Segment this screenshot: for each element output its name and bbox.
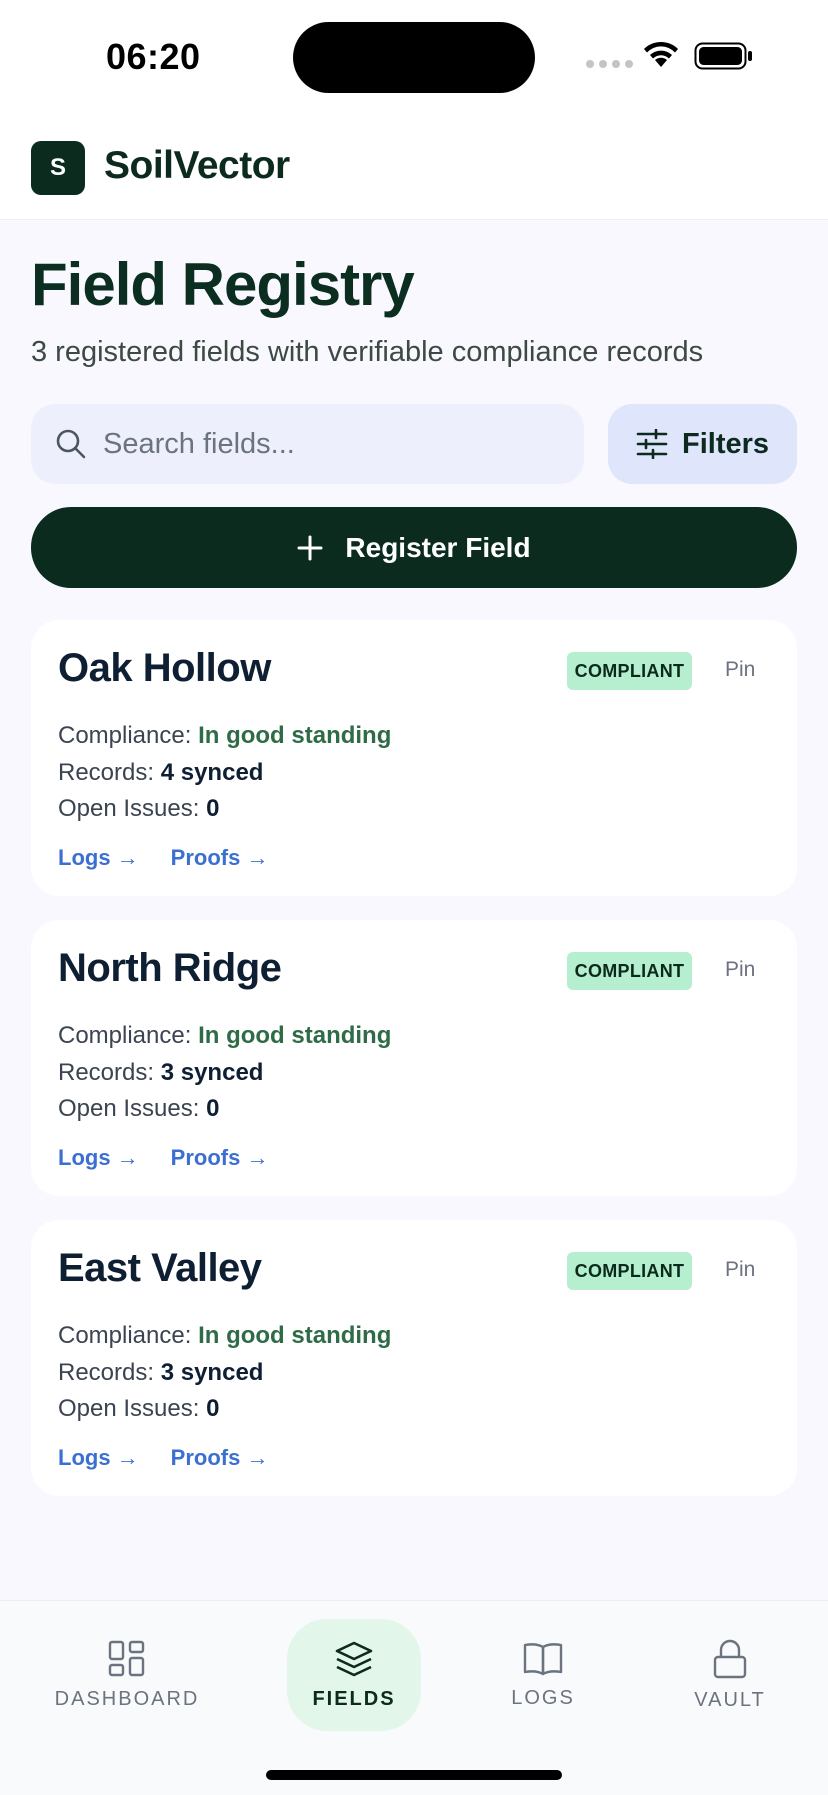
compliance-badge: COMPLIANT <box>567 1252 692 1290</box>
bottom-tab-bar: DASHBOARD FIELDS LOGS VAULT <box>0 1600 828 1795</box>
field-name: North Ridge <box>58 946 282 990</box>
app-name: SoilVector <box>104 144 290 187</box>
open-issues-value: 0 <box>206 1395 220 1422</box>
records-row: Records: 3 synced <box>58 1059 264 1086</box>
tab-logs[interactable]: LOGS <box>476 1619 610 1731</box>
field-name: Oak Hollow <box>58 646 271 690</box>
compliance-badge: COMPLIANT <box>567 652 692 690</box>
sliders-icon <box>636 429 668 459</box>
compliance-value: In good standing <box>198 1322 392 1349</box>
field-card[interactable]: Oak Hollow COMPLIANT Pin Compliance: In … <box>31 620 797 896</box>
search-icon <box>56 429 86 459</box>
tab-fields[interactable]: FIELDS <box>287 1619 421 1731</box>
compliance-value: In good standing <box>198 1022 392 1049</box>
register-field-button[interactable]: Register Field <box>31 507 797 588</box>
field-name: East Valley <box>58 1246 262 1290</box>
open-issues-row: Open Issues: 0 <box>58 1395 220 1422</box>
book-icon <box>523 1642 563 1675</box>
filters-button[interactable]: Filters <box>608 404 797 484</box>
tab-label: VAULT <box>694 1688 766 1711</box>
proofs-link[interactable]: Proofs → <box>171 1445 269 1471</box>
app-logo[interactable]: S <box>31 141 85 195</box>
field-card[interactable]: North Ridge COMPLIANT Pin Compliance: In… <box>31 920 797 1196</box>
compliance-value: In good standing <box>198 722 392 749</box>
compliance-row: Compliance: In good standing <box>58 1022 392 1049</box>
compliance-badge: COMPLIANT <box>567 952 692 990</box>
tab-vault[interactable]: VAULT <box>663 1619 797 1731</box>
home-indicator <box>266 1770 562 1780</box>
open-issues-value: 0 <box>206 795 220 822</box>
app-header: S SoilVector <box>0 110 828 220</box>
logs-link[interactable]: Logs → <box>58 1445 139 1471</box>
records-value: 3 synced <box>160 1359 264 1386</box>
wifi-icon <box>644 41 678 67</box>
dynamic-island <box>293 22 535 93</box>
register-field-label: Register Field <box>345 531 531 563</box>
layers-icon <box>335 1641 373 1676</box>
search-input[interactable] <box>103 404 563 484</box>
pin-button[interactable]: Pin <box>725 958 755 982</box>
tab-label: LOGS <box>511 1686 575 1709</box>
logs-link[interactable]: Logs → <box>58 1145 139 1171</box>
pin-button[interactable]: Pin <box>725 1258 755 1282</box>
status-bar: 06:20 <box>0 0 828 110</box>
logs-link[interactable]: Logs → <box>58 845 139 871</box>
field-card[interactable]: East Valley COMPLIANT Pin Compliance: In… <box>31 1220 797 1496</box>
proofs-link[interactable]: Proofs → <box>171 845 269 871</box>
tab-dashboard[interactable]: DASHBOARD <box>55 1619 197 1731</box>
records-row: Records: 4 synced <box>58 759 264 786</box>
records-value: 3 synced <box>160 1059 264 1086</box>
open-issues-row: Open Issues: 0 <box>58 795 220 822</box>
tab-label: DASHBOARD <box>54 1687 200 1710</box>
plus-icon <box>297 535 323 560</box>
pin-button[interactable]: Pin <box>725 658 755 682</box>
status-time: 06:20 <box>106 36 201 77</box>
battery-icon <box>694 42 752 70</box>
compliance-row: Compliance: In good standing <box>58 722 392 749</box>
proofs-link[interactable]: Proofs → <box>171 1145 269 1171</box>
records-row: Records: 3 synced <box>58 1359 264 1386</box>
compliance-row: Compliance: In good standing <box>58 1322 392 1349</box>
lock-icon <box>713 1639 747 1678</box>
search-bar[interactable] <box>31 404 584 484</box>
open-issues-row: Open Issues: 0 <box>58 1095 220 1122</box>
grid-icon <box>108 1640 145 1676</box>
page-subtitle: 3 registered fields with verifiable comp… <box>31 336 704 368</box>
records-value: 4 synced <box>160 759 264 786</box>
cellular-signal-icon <box>586 60 633 68</box>
filters-label: Filters <box>681 427 770 460</box>
page-title: Field Registry <box>31 251 415 318</box>
open-issues-value: 0 <box>206 1095 220 1122</box>
tab-label: FIELDS <box>312 1687 396 1710</box>
